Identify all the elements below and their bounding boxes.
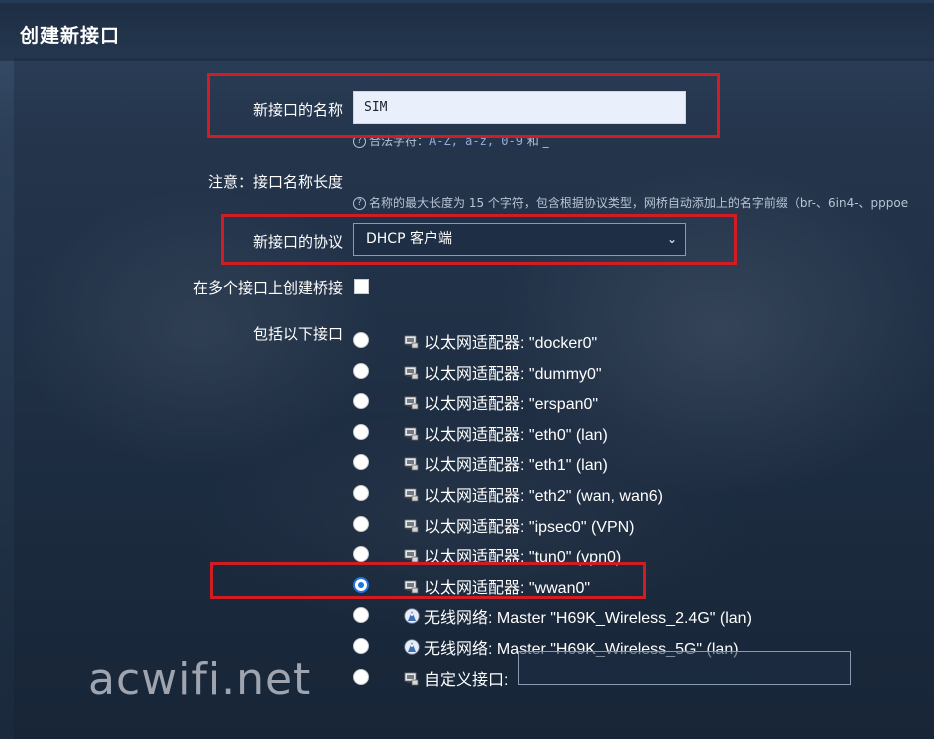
interface-option[interactable]: 以太网适配器: "eth1" (lan) bbox=[404, 451, 608, 475]
ethernet-port-icon bbox=[404, 455, 420, 471]
ethernet-port-icon bbox=[404, 364, 420, 380]
interface-radio[interactable] bbox=[353, 485, 369, 501]
header-bar: 创建新接口 bbox=[0, 0, 934, 61]
interface-option-label: 以太网适配器: "eth1" (lan) bbox=[424, 457, 608, 475]
ethernet-port-icon bbox=[404, 394, 420, 410]
interface-radio[interactable] bbox=[353, 515, 369, 532]
interface-option-label: 以太网适配器: "eth2" (wan, wan6) bbox=[424, 488, 663, 505]
ethernet-port-icon bbox=[404, 486, 420, 502]
ethernet-port-icon bbox=[404, 425, 420, 441]
interface-option[interactable]: 自定义接口: bbox=[404, 666, 508, 690]
interface-option-label: 以太网适配器: "eth0" (lan) bbox=[424, 426, 608, 444]
interface-option[interactable]: 以太网适配器: "docker0" bbox=[404, 329, 597, 353]
ethernet-port-icon bbox=[404, 517, 420, 533]
interface-option[interactable]: 以太网适配器: "dummy0" bbox=[404, 360, 602, 384]
wireless-icon bbox=[404, 639, 420, 655]
interface-option[interactable]: 以太网适配器: "erspan0" bbox=[404, 390, 598, 414]
wireless-icon bbox=[404, 608, 420, 625]
interface-option-label: 以太网适配器: "docker0" bbox=[424, 335, 598, 352]
interface-radio[interactable] bbox=[353, 362, 369, 379]
ethernet-port-icon bbox=[404, 547, 420, 563]
highlight-protocol bbox=[221, 214, 737, 265]
ethernet-port-icon bbox=[404, 670, 420, 686]
bridge-label: 在多个接口上创建桥接 bbox=[192, 279, 343, 297]
interface-option[interactable]: 以太网适配器: "ipsec0" (VPN) bbox=[404, 513, 635, 537]
interface-option[interactable]: 以太网适配器: "eth0" (lan) bbox=[404, 421, 608, 445]
include-label: 包括以下接口 bbox=[252, 325, 343, 343]
interface-radio[interactable] bbox=[353, 638, 369, 654]
note-hint-text: 名称的最大长度为 15 个字符，包含根据协议类型，网桥自动添加上的名字前缀（br… bbox=[369, 196, 909, 210]
interface-radio[interactable] bbox=[353, 668, 369, 685]
interface-option[interactable]: 无线网络: Master "H69K_Wireless_2.4G" (lan) bbox=[404, 604, 752, 628]
help-icon: ? bbox=[353, 197, 366, 210]
ethernet-port-icon bbox=[404, 333, 420, 349]
highlight-wwan0 bbox=[210, 562, 646, 599]
interface-radio[interactable] bbox=[353, 332, 369, 348]
note-hint: ? 名称的最大长度为 15 个字符，包含根据协议类型，网桥自动添加上的名字前缀（b… bbox=[353, 194, 934, 211]
interface-option-label: 以太网适配器: "ipsec0" (VPN) bbox=[424, 518, 635, 536]
interface-radio[interactable] bbox=[353, 423, 369, 440]
watermark: acwifi.net bbox=[88, 654, 312, 705]
interface-option-label: 以太网适配器: "erspan0" bbox=[424, 396, 599, 414]
interface-option[interactable]: 以太网适配器: "eth2" (wan, wan6) bbox=[404, 482, 663, 506]
interface-option-label: 无线网络: Master "H69K_Wireless_2.4G" (lan) bbox=[424, 610, 752, 628]
highlight-name bbox=[207, 73, 720, 138]
page-title: 创建新接口 bbox=[20, 25, 121, 47]
note-label: 注意：接口名称长度 bbox=[207, 173, 343, 191]
interface-option-label: 自定义接口: bbox=[424, 671, 509, 689]
interface-option-label: 以太网适配器: "dummy0" bbox=[424, 365, 602, 383]
custom-interface-input[interactable] bbox=[518, 651, 851, 685]
bridge-checkbox[interactable] bbox=[354, 279, 369, 294]
